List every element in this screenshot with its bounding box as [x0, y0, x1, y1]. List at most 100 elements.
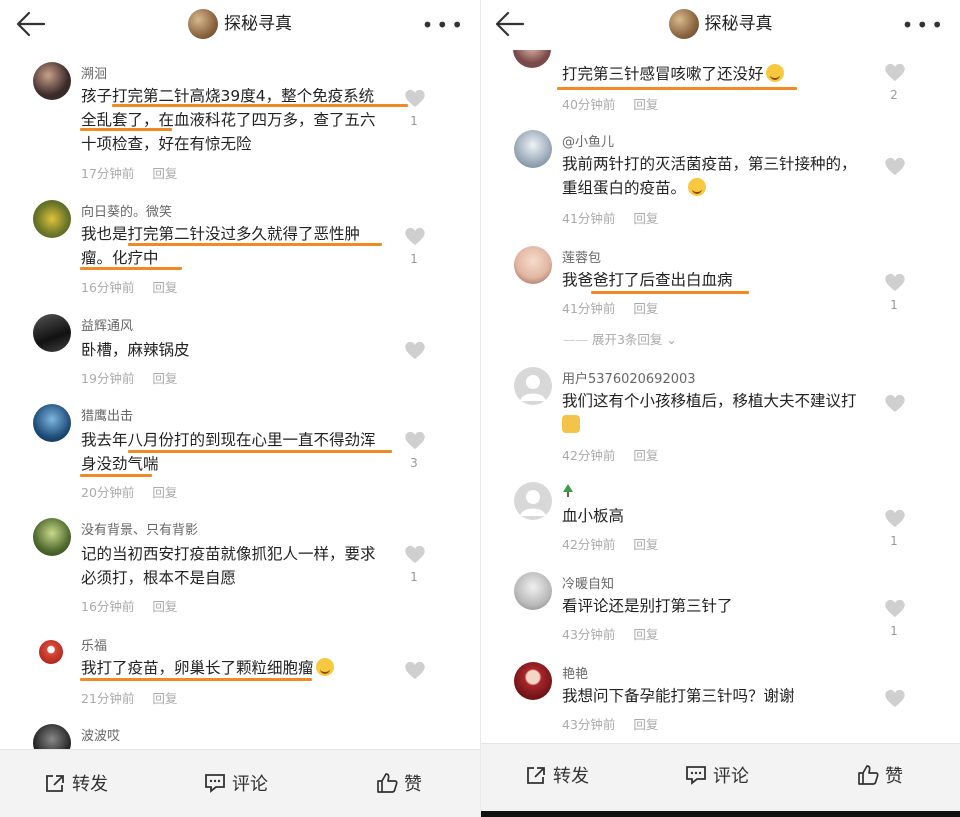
comment-line-text: 重组蛋白的疫苗。: [562, 179, 687, 197]
expand-replies[interactable]: —— 展开3条回复 ⌄: [563, 329, 677, 348]
like-button[interactable]: 赞: [857, 762, 903, 788]
heart-icon[interactable]: [884, 393, 906, 413]
reply-button[interactable]: 回复: [633, 97, 658, 112]
comment-username[interactable]: 莲蓉包: [562, 247, 601, 266]
comment-username[interactable]: 用户5376020692003: [562, 368, 696, 387]
comment-username[interactable]: @小鱼儿: [562, 131, 614, 150]
bottom-action-bar: 转发 评论 赞: [481, 743, 960, 811]
chevron-down-icon: ⌄: [662, 332, 677, 347]
comment-text: 打完第三针感冒咳嗽了还没好: [562, 62, 882, 86]
comment-line: 我打了疫苗，卵巢长了颗粒细胞瘤: [81, 656, 401, 680]
comment-username[interactable]: 乐福: [81, 635, 107, 654]
author-name[interactable]: 探秘寻真: [224, 14, 292, 34]
reply-button[interactable]: 回复: [152, 485, 177, 500]
like-count: 1: [890, 534, 898, 548]
user-avatar[interactable]: [514, 367, 552, 405]
comment-time: 43分钟前: [562, 627, 616, 642]
reply-button[interactable]: 回复: [152, 371, 177, 386]
heart-icon[interactable]: [404, 430, 426, 450]
heart-icon[interactable]: [404, 660, 426, 680]
comment-meta: 19分钟前 回复: [81, 368, 177, 387]
heart-icon[interactable]: [884, 508, 906, 528]
user-avatar[interactable]: [514, 246, 552, 284]
comment-username[interactable]: 益辉通风: [81, 315, 133, 334]
expand-replies-label[interactable]: 展开3条回复: [592, 332, 662, 347]
comment-username[interactable]: 向日葵的。微笑: [81, 201, 172, 220]
comment-line: 我爸爸打了后查出白血病: [562, 271, 733, 289]
highlight-underline: [80, 678, 312, 681]
reply-button[interactable]: 回复: [152, 691, 177, 706]
heart-icon[interactable]: [884, 272, 906, 292]
top-bar: 探秘寻真 •••: [481, 0, 960, 50]
comment-username[interactable]: 艳艳: [562, 663, 588, 682]
more-options-icon[interactable]: •••: [422, 15, 466, 35]
system-nav-strip: [481, 811, 960, 817]
comment-username[interactable]: 波波哎: [81, 725, 120, 744]
user-avatar[interactable]: [33, 404, 71, 442]
thumbs-up-icon: [377, 773, 398, 793]
page-title: 探秘寻真: [0, 8, 480, 40]
user-avatar[interactable]: [33, 314, 71, 352]
user-avatar[interactable]: [39, 640, 63, 664]
user-avatar[interactable]: [33, 62, 71, 100]
like-count: 1: [410, 252, 418, 266]
top-bar: 探秘寻真 •••: [0, 0, 480, 50]
thumbs-up-icon: [858, 765, 879, 785]
comment-username[interactable]: 冷暖自知: [562, 573, 614, 592]
author-avatar[interactable]: [188, 9, 218, 39]
user-avatar[interactable]: [514, 482, 552, 520]
heart-icon[interactable]: [404, 88, 426, 108]
highlight-underline: [80, 267, 182, 270]
reply-button[interactable]: 回复: [633, 627, 658, 642]
like-count: 1: [410, 570, 418, 584]
comment-meta: 43分钟前 回复: [562, 624, 658, 643]
more-options-icon[interactable]: •••: [902, 15, 946, 35]
comment-text: 孩子打完第二针高烧39度4，整个免疫系统 全乱套了，在血液科花了四万多，查了五六…: [81, 84, 401, 156]
comment-button[interactable]: 评论: [204, 770, 268, 796]
like-label: 赞: [404, 774, 422, 795]
user-avatar[interactable]: [514, 572, 552, 610]
heart-icon[interactable]: [404, 544, 426, 564]
reply-button[interactable]: 回复: [152, 280, 177, 295]
comment-username[interactable]: 猎鹰出击: [81, 405, 133, 424]
comment-meta: 41分钟前 回复: [562, 298, 658, 317]
heart-icon[interactable]: [884, 62, 906, 82]
comment-username[interactable]: [562, 484, 574, 502]
like-count: 2: [890, 88, 898, 102]
share-button[interactable]: 转发: [525, 762, 589, 788]
reply-button[interactable]: 回复: [152, 599, 177, 614]
comment-line: 我想问下备孕能打第三针吗？谢谢: [562, 687, 795, 705]
heart-icon[interactable]: [884, 156, 906, 176]
comment-username[interactable]: 溯洄: [81, 63, 107, 82]
heart-icon[interactable]: [884, 688, 906, 708]
like-count: 1: [890, 624, 898, 638]
comment-button[interactable]: 评论: [685, 762, 749, 788]
user-avatar[interactable]: [514, 130, 552, 168]
heart-icon[interactable]: [404, 340, 426, 360]
like-button[interactable]: 赞: [376, 770, 422, 796]
comment-username[interactable]: 没有背景、只有背影: [81, 519, 198, 538]
heart-icon[interactable]: [884, 598, 906, 618]
reply-button[interactable]: 回复: [633, 537, 658, 552]
author-avatar[interactable]: [668, 9, 699, 39]
comment-meta: 43分钟前 回复: [562, 714, 658, 733]
user-avatar[interactable]: [33, 200, 71, 238]
comment-meta: 41分钟前 回复: [562, 208, 658, 227]
comment-time: 42分钟前: [562, 448, 616, 463]
reply-button[interactable]: 回复: [633, 211, 658, 226]
reply-button[interactable]: 回复: [633, 301, 658, 316]
heart-icon[interactable]: [404, 226, 426, 246]
share-button[interactable]: 转发: [44, 770, 108, 796]
share-label: 转发: [553, 766, 589, 787]
reply-button[interactable]: 回复: [152, 166, 177, 181]
user-avatar[interactable]: [514, 662, 552, 700]
comment-text: 我们这有个小孩移植后，移植大夫不建议打: [562, 389, 882, 437]
comment-text: 记的当初西安打疫苗就像抓犯人一样，要求 必须打，根本不是自愿: [81, 542, 401, 590]
reply-button[interactable]: 回复: [633, 717, 658, 732]
author-name[interactable]: 探秘寻真: [705, 14, 773, 34]
reply-button[interactable]: 回复: [633, 448, 658, 463]
comment-time: 16分钟前: [81, 280, 135, 295]
comment-label: 评论: [232, 774, 268, 795]
user-avatar[interactable]: [33, 518, 71, 556]
comment-meta: 16分钟前 回复: [81, 596, 177, 615]
